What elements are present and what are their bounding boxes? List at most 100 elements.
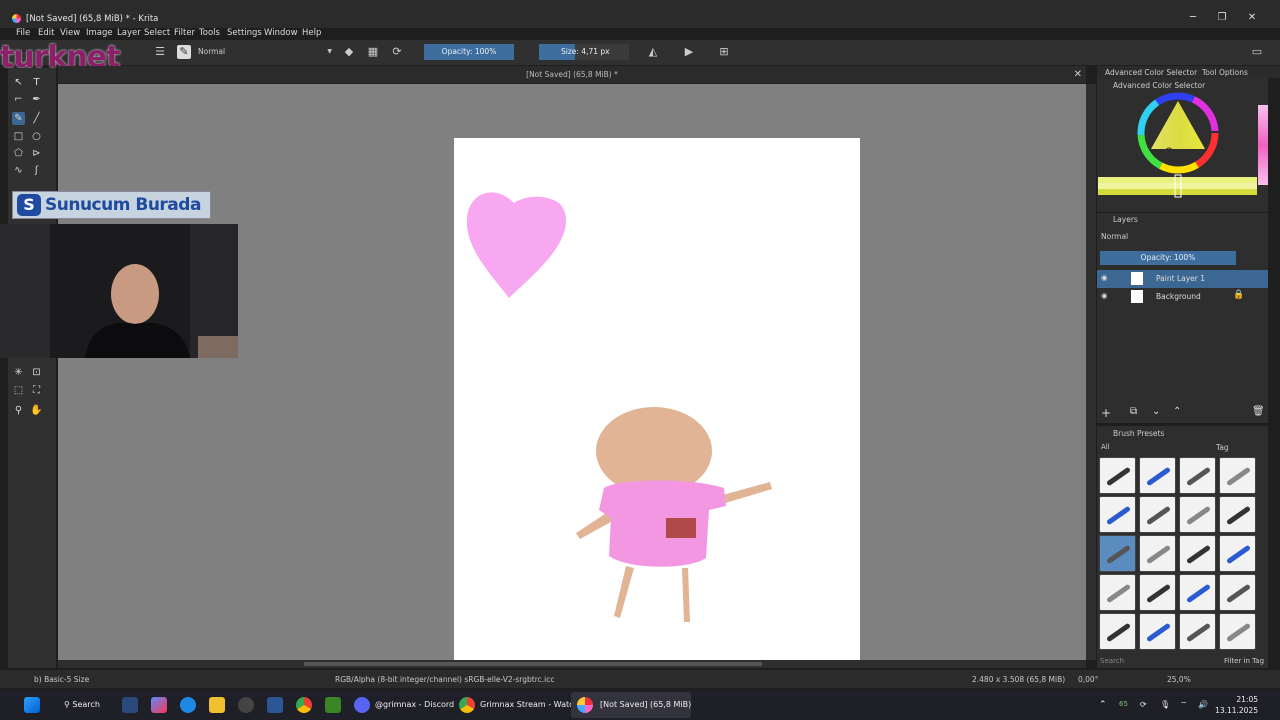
brush-search-input[interactable]: Search xyxy=(1100,657,1124,665)
brush-preset-tile[interactable] xyxy=(1179,496,1216,533)
brush-preset-tile[interactable] xyxy=(1139,613,1176,650)
duplicate-layer-icon[interactable]: ⧉ xyxy=(1130,406,1137,417)
lock-icon[interactable]: 🔒 xyxy=(1233,290,1244,300)
steam-icon[interactable] xyxy=(122,697,138,713)
mirror-vertical-icon[interactable]: ▶ xyxy=(682,45,696,59)
brush-preset-icon[interactable]: ✎ xyxy=(177,45,191,59)
brush-preset-tile[interactable] xyxy=(1179,613,1216,650)
chrome-window-icon[interactable] xyxy=(459,697,475,713)
rotation-label[interactable]: 0,00° xyxy=(1078,675,1098,684)
brush-preset-tile[interactable] xyxy=(1139,457,1176,494)
clock-time[interactable]: 21:05 xyxy=(1220,695,1258,704)
reload-preset-icon[interactable]: ⟳ xyxy=(390,45,404,59)
canvas-area[interactable] xyxy=(58,84,1086,660)
taskbar-search[interactable]: ⚲ Search xyxy=(64,700,100,709)
krita-taskbar-icon[interactable] xyxy=(577,697,593,713)
bezier-tool-icon[interactable]: ∿ xyxy=(12,164,25,177)
windows-start-icon[interactable] xyxy=(24,697,40,713)
ellipse-tool-icon[interactable]: ○ xyxy=(30,130,43,143)
freehand-brush-icon[interactable]: ✎ xyxy=(12,112,25,125)
vertical-scrollbar[interactable] xyxy=(1086,84,1096,660)
bezier-select-icon[interactable]: ⬚ xyxy=(12,384,25,397)
settings-gear-icon[interactable] xyxy=(238,697,254,713)
menu-window[interactable]: Window xyxy=(264,28,298,38)
magic-wand-icon[interactable]: ✳ xyxy=(12,366,25,379)
brush-preset-tile[interactable] xyxy=(1219,613,1256,650)
file-explorer-icon[interactable] xyxy=(209,697,225,713)
brush-preset-tile[interactable] xyxy=(1099,535,1136,572)
move-layer-up-icon[interactable]: ⌃ xyxy=(1173,406,1181,417)
layer-blend-mode-select[interactable]: Normal xyxy=(1101,232,1128,241)
brush-preset-tile[interactable] xyxy=(1219,457,1256,494)
visibility-eye-icon[interactable]: ◉ xyxy=(1101,291,1108,300)
document-tab[interactable]: [Not Saved] (65,8 MiB) * ✕ xyxy=(58,66,1086,83)
close-document-icon[interactable]: ✕ xyxy=(1074,66,1082,83)
minecraft-icon[interactable] xyxy=(325,697,341,713)
volume-icon[interactable]: 🔊 xyxy=(1198,700,1208,709)
menu-edit[interactable]: Edit xyxy=(38,28,54,38)
size-slider[interactable]: Size: 4,71 px xyxy=(539,44,610,60)
microphone-icon[interactable]: 🎙 xyxy=(1160,700,1170,709)
menu-help[interactable]: Help xyxy=(302,28,321,38)
visibility-eye-icon[interactable]: ◉ xyxy=(1101,273,1108,282)
workspace-icon[interactable]: ▭ xyxy=(1250,45,1264,59)
brush-settings-icon[interactable]: ☰ xyxy=(153,45,167,59)
menu-image[interactable]: Image xyxy=(86,28,113,38)
tab-advanced-color-selector[interactable]: Advanced Color Selector xyxy=(1105,68,1197,77)
mirror-horizontal-icon[interactable]: ◭ xyxy=(646,45,660,59)
brush-preset-tile[interactable] xyxy=(1219,574,1256,611)
color-wheel[interactable] xyxy=(1097,89,1268,219)
alpha-lock-icon[interactable]: ▦ xyxy=(366,45,380,59)
brush-preset-tile[interactable] xyxy=(1139,496,1176,533)
line-tool-icon[interactable]: ╱ xyxy=(30,112,43,125)
brush-preset-tile[interactable] xyxy=(1099,496,1136,533)
layer-opacity-slider[interactable]: Opacity: 100% xyxy=(1100,251,1236,265)
tag-button[interactable]: Tag xyxy=(1216,443,1229,452)
edit-shapes-icon[interactable]: ⌐ xyxy=(12,93,25,106)
brush-preset-tile[interactable] xyxy=(1139,574,1176,611)
brush-preset-tile[interactable] xyxy=(1099,613,1136,650)
brush-preset-tile[interactable] xyxy=(1219,535,1256,572)
brush-preset-tile[interactable] xyxy=(1179,574,1216,611)
tray-chevron-icon[interactable]: ⌃ xyxy=(1099,700,1107,710)
pan-tool-icon[interactable]: ✋ xyxy=(30,404,43,417)
horizontal-scrollbar[interactable] xyxy=(58,660,1086,668)
text-tool-icon[interactable]: T xyxy=(30,76,43,89)
tab-tool-options[interactable]: Tool Options xyxy=(1202,68,1248,77)
taskbar-chrome[interactable]: Grimnax Stream - Watcl xyxy=(480,700,576,709)
layer-row[interactable]: ◉ Paint Layer 1 xyxy=(1097,270,1268,288)
close-icon[interactable]: ✕ xyxy=(1241,12,1263,26)
brush-preset-tile[interactable] xyxy=(1219,496,1256,533)
powershell-icon[interactable] xyxy=(267,697,283,713)
magnetic-select-icon[interactable]: ⛶ xyxy=(30,384,43,397)
brush-preset-tile[interactable] xyxy=(1179,535,1216,572)
delete-layer-icon[interactable]: 🗑 xyxy=(1252,406,1265,417)
similar-select-icon[interactable]: ⊡ xyxy=(30,366,43,379)
filter-in-tag-checkbox[interactable]: Filter in Tag xyxy=(1224,657,1264,665)
chrome-icon[interactable] xyxy=(296,697,312,713)
copilot-icon[interactable] xyxy=(151,697,167,713)
maximize-icon[interactable]: ❐ xyxy=(1211,12,1233,26)
calligraphy-icon[interactable]: ✒ xyxy=(30,93,43,106)
edge-icon[interactable] xyxy=(180,697,196,713)
rectangle-tool-icon[interactable]: □ xyxy=(12,130,25,143)
network-icon[interactable]: ⟳ xyxy=(1140,700,1147,709)
canvas-page[interactable] xyxy=(454,138,860,660)
clock-date[interactable]: 13.11.2025 xyxy=(1214,706,1258,715)
zoom-tool-icon[interactable]: ⚲ xyxy=(12,404,25,417)
menu-layer[interactable]: Layer xyxy=(117,28,141,38)
freehand-path-icon[interactable]: ʃ xyxy=(30,164,43,177)
blend-mode-select[interactable]: Normal ▼ xyxy=(194,45,336,59)
color-history-strip[interactable] xyxy=(1258,105,1268,185)
wifi-icon[interactable]: ⌔ xyxy=(1180,700,1188,710)
brush-preset-tile[interactable] xyxy=(1179,457,1216,494)
discord-icon[interactable] xyxy=(354,697,370,713)
polyline-tool-icon[interactable]: ⊳ xyxy=(30,147,43,160)
menu-tools[interactable]: Tools xyxy=(199,28,220,38)
brush-preset-tile[interactable] xyxy=(1099,574,1136,611)
select-shapes-icon[interactable]: ↖ xyxy=(12,76,25,89)
layer-row[interactable]: ◉ Background 🔒 xyxy=(1097,288,1268,306)
add-layer-icon[interactable]: + xyxy=(1101,406,1111,420)
taskbar-discord[interactable]: @grimnax - Discord xyxy=(375,700,454,709)
menu-view[interactable]: View xyxy=(60,28,80,38)
